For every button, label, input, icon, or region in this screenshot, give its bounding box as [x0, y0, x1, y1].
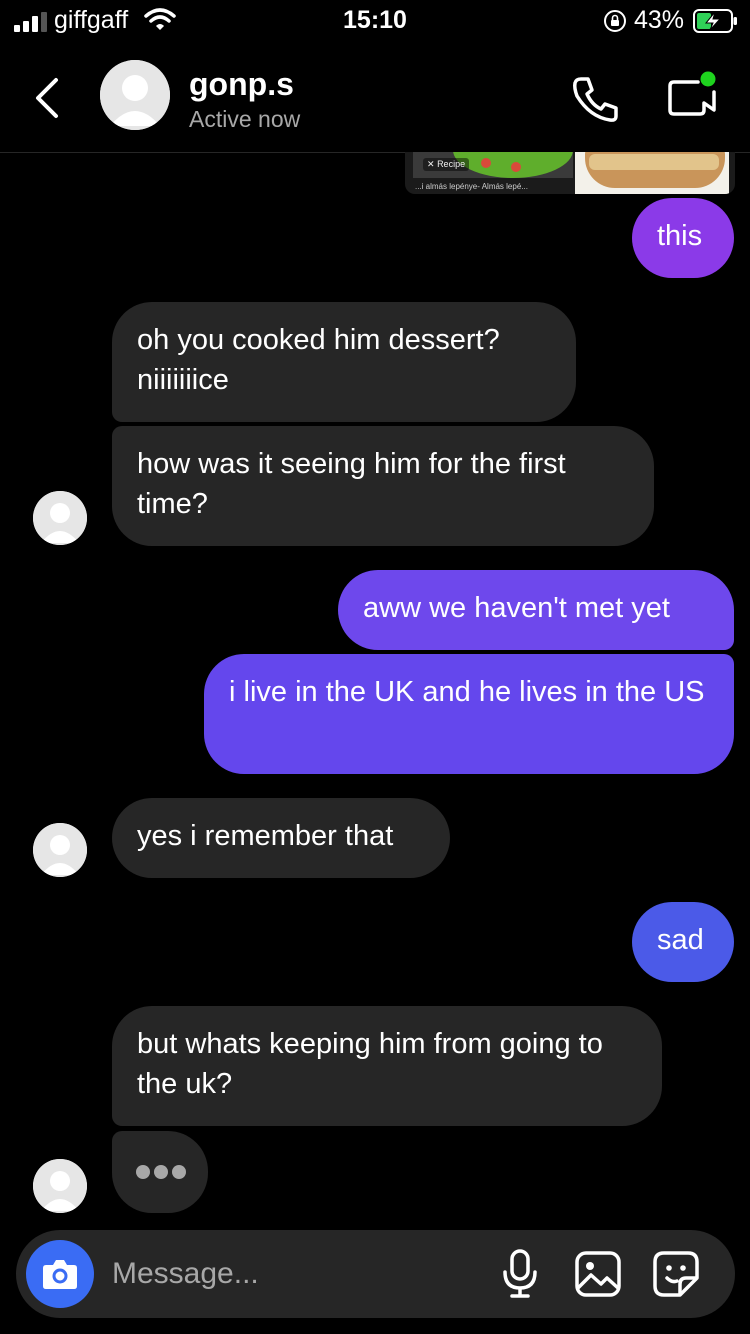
fork-knife-icon: ✕ — [427, 159, 435, 169]
message-text: this — [657, 220, 703, 252]
message-text: but whats keeping him from going to the … — [137, 1028, 603, 1100]
recipe-tag: ✕ Recipe — [423, 158, 470, 171]
message-input[interactable] — [112, 1252, 482, 1296]
message-bubble-outgoing[interactable]: aww we haven't met yet — [338, 570, 734, 650]
phone-icon[interactable] — [570, 74, 620, 124]
shared-link-preview[interactable]: ✕ Recipe ...i almás lepénye- Almás lepé.… — [405, 152, 735, 194]
back-icon[interactable] — [30, 74, 66, 122]
contact-avatar[interactable] — [100, 60, 170, 130]
active-status-dot — [700, 71, 716, 87]
sender-avatar[interactable] — [33, 823, 87, 877]
contact-status: Active now — [189, 106, 301, 132]
video-call-icon[interactable] — [666, 70, 722, 120]
message-bubble-incoming[interactable]: how was it seeing him for the first time… — [112, 426, 654, 546]
message-bubble-incoming[interactable]: yes i remember that — [112, 798, 450, 878]
contact-name[interactable]: gonp.s — [189, 66, 294, 103]
message-text: how was it seeing him for the first time… — [137, 448, 566, 520]
message-bubble-outgoing[interactable]: i live in the UK and he lives in the US — [204, 654, 734, 774]
battery-charging-icon — [693, 9, 739, 38]
message-text: oh you cooked him dessert? niiiiiiice — [137, 324, 500, 396]
message-bubble-incoming[interactable]: oh you cooked him dessert? niiiiiiice — [112, 302, 576, 422]
status-bar: giffgaff 15:10 43% — [0, 0, 750, 44]
typing-indicator — [112, 1131, 208, 1213]
sender-avatar[interactable] — [33, 491, 87, 545]
message-bubble-outgoing[interactable]: this — [632, 198, 734, 278]
message-text: sad — [657, 924, 704, 956]
sticker-icon[interactable] — [652, 1250, 700, 1303]
sender-avatar[interactable] — [33, 1159, 87, 1213]
camera-button[interactable] — [26, 1240, 94, 1308]
message-text: yes i remember that — [137, 820, 394, 852]
orientation-lock-icon — [603, 9, 627, 38]
message-composer — [16, 1230, 735, 1318]
message-bubble-incoming[interactable]: but whats keeping him from going to the … — [112, 1006, 662, 1126]
message-text: i live in the UK and he lives in the US — [229, 676, 705, 708]
microphone-icon[interactable] — [500, 1248, 540, 1305]
chat-header: gonp.s Active now — [0, 52, 750, 153]
battery-percent: 43% — [634, 6, 685, 34]
gallery-icon[interactable] — [574, 1250, 622, 1303]
preview-thumbnail-right — [575, 152, 729, 194]
preview-thumbnail-left: ✕ Recipe — [413, 152, 573, 178]
preview-caption: ...i almás lepénye- Almás lepé... — [415, 182, 528, 191]
message-text: aww we haven't met yet — [363, 592, 670, 624]
camera-icon — [43, 1260, 77, 1289]
message-bubble-outgoing[interactable]: sad — [632, 902, 734, 982]
